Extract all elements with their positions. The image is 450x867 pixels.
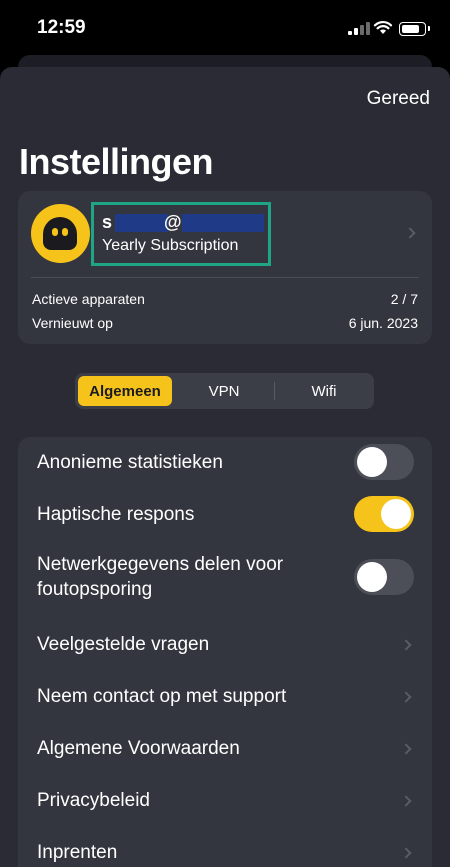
tab-wifi[interactable]: Wifi [277, 376, 371, 406]
setting-label: Veelgestelde vragen [37, 634, 210, 655]
setting-label: Inprenten [37, 842, 118, 863]
haptic-feedback-toggle[interactable] [354, 496, 414, 532]
stat-value: 6 jun. 2023 [348, 315, 418, 331]
chevron-right-icon [400, 847, 412, 859]
settings-list: Anonieme statistieken Haptische respons … [18, 437, 432, 867]
setting-label: Netwerkgegevens delen voor foutopsporing [37, 554, 284, 600]
chevron-right-icon [404, 227, 416, 239]
stat-label: Actieve apparaten [32, 291, 145, 307]
setting-label: Privacybeleid [37, 790, 150, 811]
battery-icon [399, 22, 430, 36]
setting-label: Anonieme statistieken [37, 452, 223, 473]
chevron-right-icon [400, 795, 412, 807]
account-info-highlight: s @ Yearly Subscription [91, 202, 271, 266]
account-email: s @ [102, 212, 265, 232]
email-domain-redaction [182, 214, 264, 232]
tab-vpn[interactable]: VPN [177, 376, 271, 406]
stat-value: 2 / 7 [390, 291, 418, 307]
chevron-right-icon [400, 639, 412, 651]
settings-sheet: Gereed Instellingen s @ Yearly Subscript… [0, 67, 450, 867]
stat-label: Vernieuwt op [32, 315, 113, 331]
chevron-right-icon [400, 691, 412, 703]
avatar [31, 204, 90, 263]
list-item: Anonieme statistieken [18, 437, 432, 489]
email-at-sign: @ [164, 212, 182, 232]
email-redaction [115, 214, 168, 232]
contact-support-link[interactable]: Neem contact op met support [18, 671, 432, 723]
status-bar: 12:59 [0, 0, 450, 54]
list-item: Netwerkgegevens delen voor foutopsporing [18, 541, 432, 619]
tab-separator [274, 382, 275, 400]
email-first-char: s [102, 212, 113, 232]
account-card[interactable]: s @ Yearly Subscription Actieve apparate… [18, 191, 432, 344]
setting-label: Neem contact op met support [37, 686, 287, 707]
diagnostics-sharing-toggle[interactable] [354, 559, 414, 595]
subscription-plan: Yearly Subscription [102, 237, 239, 254]
settings-tab-control: Algemeen VPN Wifi [75, 373, 374, 409]
faq-link[interactable]: Veelgestelde vragen [18, 619, 432, 671]
wifi-icon [373, 21, 393, 34]
ghost-logo-icon [43, 217, 77, 250]
privacy-policy-link[interactable]: Privacybeleid [18, 775, 432, 827]
done-button[interactable]: Gereed [367, 88, 430, 110]
tab-general[interactable]: Algemeen [78, 376, 172, 406]
list-item: Haptische respons [18, 489, 432, 541]
imprint-link[interactable]: Inprenten [18, 827, 432, 867]
terms-link[interactable]: Algemene Voorwaarden [18, 723, 432, 775]
setting-label: Haptische respons [37, 504, 195, 525]
anonymous-statistics-toggle[interactable] [354, 444, 414, 480]
divider [31, 277, 419, 278]
setting-label: Algemene Voorwaarden [37, 738, 240, 759]
status-time: 12:59 [37, 17, 86, 38]
chevron-right-icon [400, 743, 412, 755]
cellular-signal-icon [348, 22, 370, 35]
page-title: Instellingen [19, 141, 214, 182]
